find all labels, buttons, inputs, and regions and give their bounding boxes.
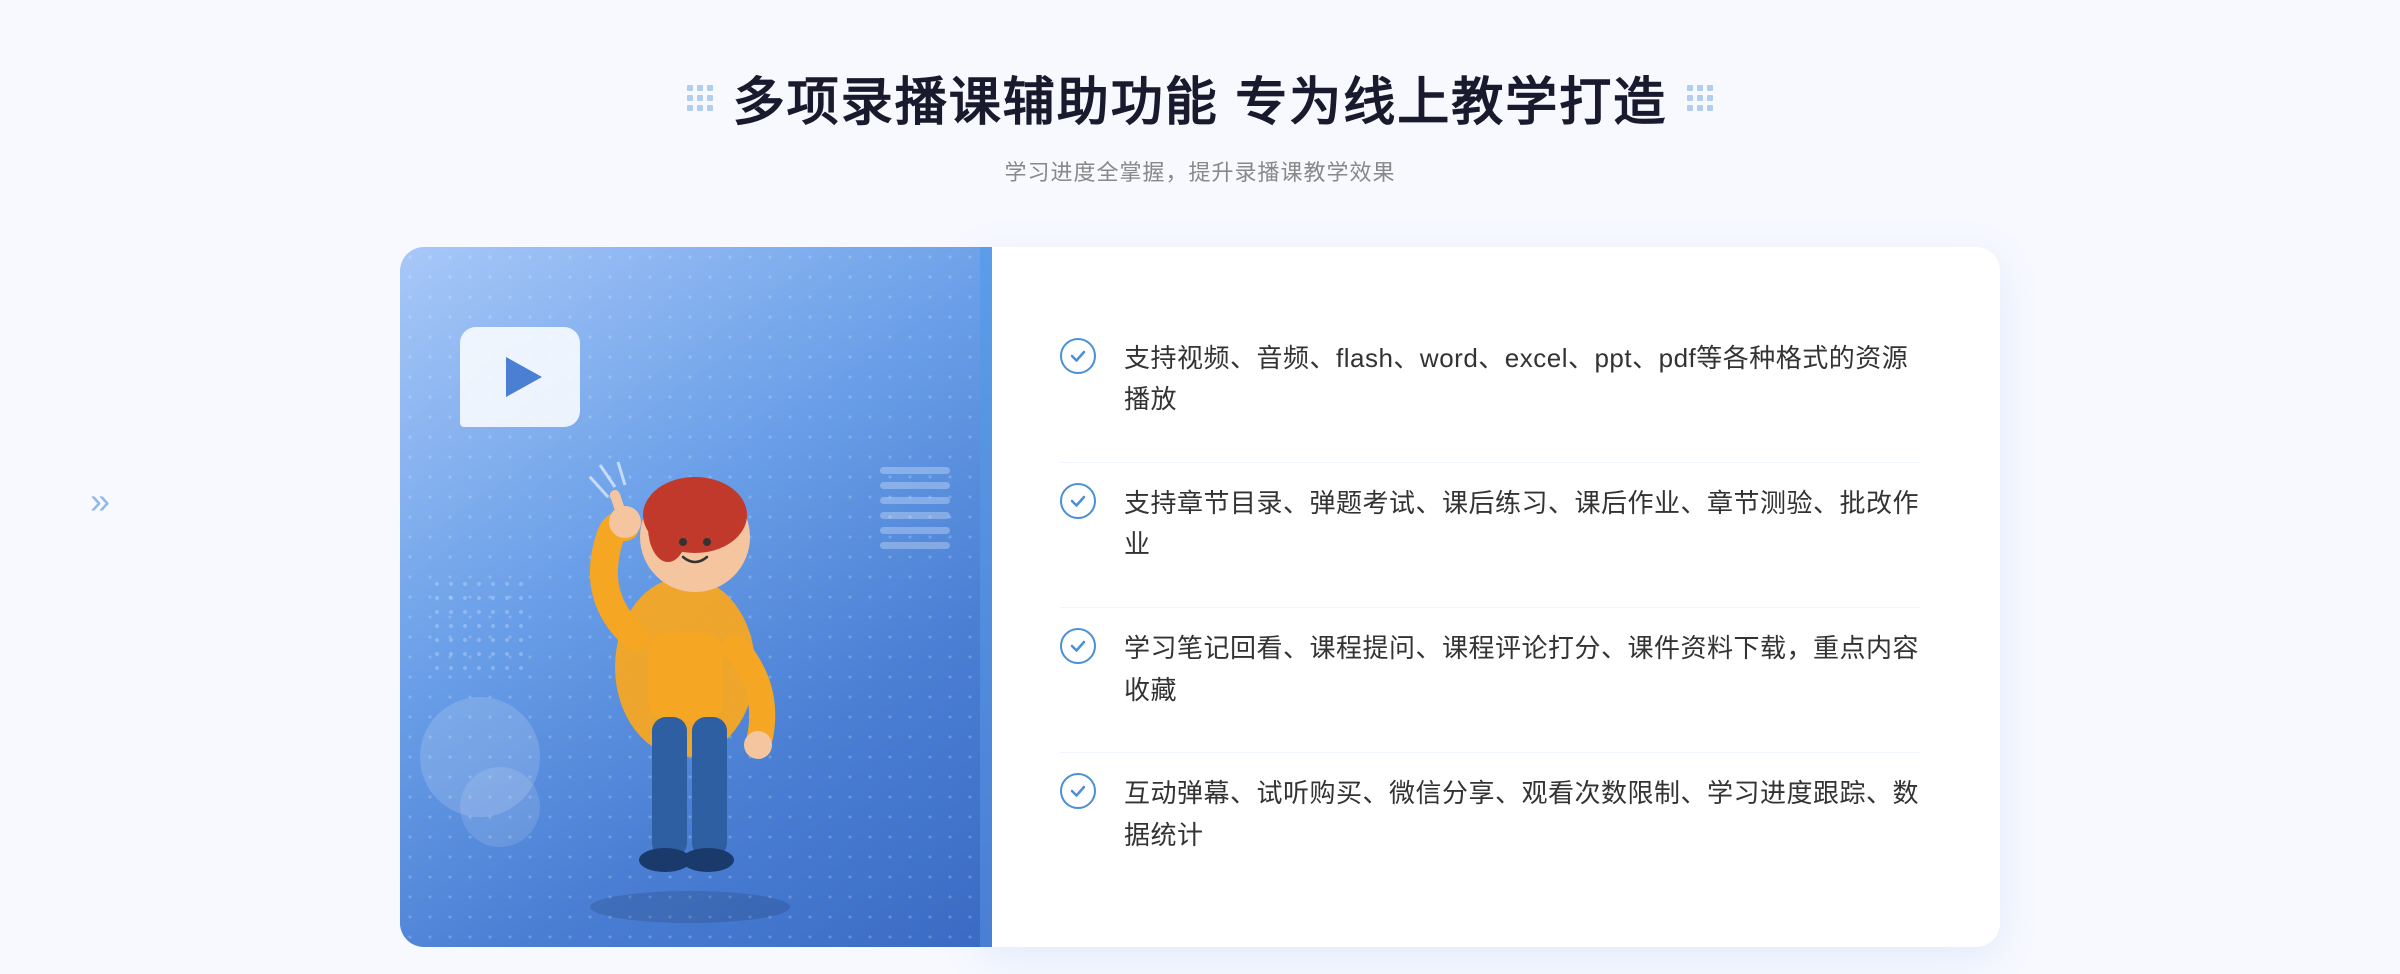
feature-text-1: 支持视频、音频、flash、word、excel、ppt、pdf等各种格式的资源… xyxy=(1124,338,1920,421)
content-area: 支持视频、音频、flash、word、excel、ppt、pdf等各种格式的资源… xyxy=(400,247,2000,947)
feature-text-4: 互动弹幕、试听购买、微信分享、观看次数限制、学习进度跟踪、数据统计 xyxy=(1124,773,1920,856)
check-icon-2 xyxy=(1060,483,1096,519)
left-panel xyxy=(400,247,980,947)
grid-icon-right xyxy=(1687,85,1713,111)
feature-text-2: 支持章节目录、弹题考试、课后练习、课后作业、章节测验、批改作业 xyxy=(1124,483,1920,566)
right-panel: 支持视频、音频、flash、word、excel、ppt、pdf等各种格式的资源… xyxy=(980,247,2000,947)
check-icon-4 xyxy=(1060,773,1096,809)
page-title: 多项录播课辅助功能 专为线上教学打造 xyxy=(733,60,1667,135)
deco-arrows-left: » xyxy=(90,480,110,522)
feature-text-3: 学习笔记回看、课程提问、课程评论打分、课件资料下载，重点内容收藏 xyxy=(1124,628,1920,711)
feature-item-4: 互动弹幕、试听购买、微信分享、观看次数限制、学习进度跟踪、数据统计 xyxy=(1060,752,1920,876)
feature-item-1: 支持视频、音频、flash、word、excel、ppt、pdf等各种格式的资源… xyxy=(1060,318,1920,441)
person-illustration xyxy=(500,367,880,947)
feature-item-3: 学习笔记回看、课程提问、课程评论打分、课件资料下载，重点内容收藏 xyxy=(1060,607,1920,731)
deco-circle-2 xyxy=(460,767,540,847)
page-container: » 多项录播课辅助功能 专为线上教学打造 学习进度全掌握，提升录播课教学效果 xyxy=(0,0,2400,974)
check-icon-1 xyxy=(1060,338,1096,374)
feature-item-2: 支持章节目录、弹题考试、课后练习、课后作业、章节测验、批改作业 xyxy=(1060,462,1920,586)
blue-divider xyxy=(980,247,992,947)
grid-icon-left xyxy=(687,85,713,111)
page-subtitle: 学习进度全掌握，提升录播课教学效果 xyxy=(687,155,1713,187)
check-icon-3 xyxy=(1060,628,1096,664)
deco-stripes xyxy=(880,467,950,549)
header-section: 多项录播课辅助功能 专为线上教学打造 学习进度全掌握，提升录播课教学效果 xyxy=(687,0,1713,187)
header-icons: 多项录播课辅助功能 专为线上教学打造 xyxy=(687,60,1713,135)
